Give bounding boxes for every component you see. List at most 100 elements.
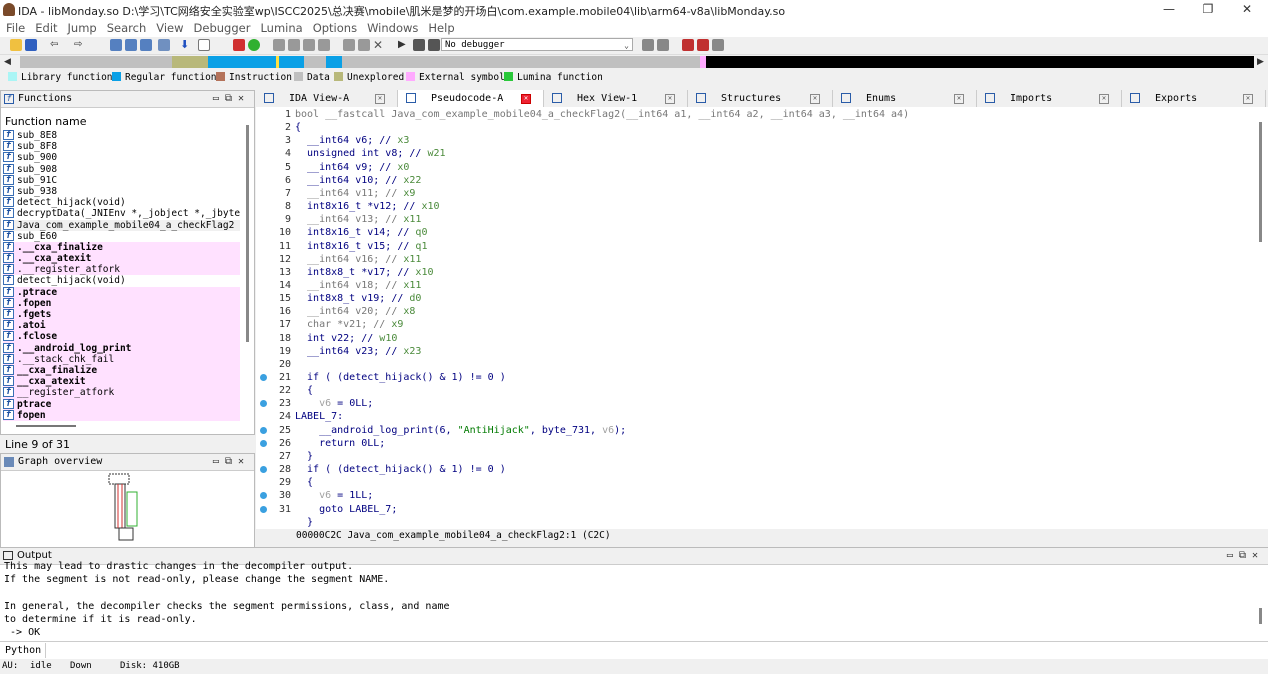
search-immediate-icon[interactable] xyxy=(140,39,152,51)
tab-close-icon[interactable]: ✕ xyxy=(810,94,820,104)
pseudocode-scrollbar[interactable] xyxy=(1259,122,1262,242)
function-list-item[interactable]: f sub_91C xyxy=(3,174,240,186)
pseudocode-view[interactable]: 1 bool __fastcall Java_com_example_mobile… xyxy=(256,107,1268,529)
graph-overview-thumbnail[interactable] xyxy=(101,472,151,544)
menu-debugger[interactable]: Debugger xyxy=(189,20,256,37)
search-text-icon[interactable] xyxy=(110,39,122,51)
tab-hex-view-1[interactable]: Hex View-1 ✕ xyxy=(544,90,688,107)
menu-view[interactable]: View xyxy=(151,20,188,37)
nav-right-arrow-icon[interactable]: ▶ xyxy=(1257,57,1264,67)
menu-windows[interactable]: Windows xyxy=(362,20,423,37)
function-list-item[interactable]: f .fgets xyxy=(3,309,240,321)
function-list-item[interactable]: f fopen xyxy=(3,409,240,421)
function-list-item[interactable]: f decryptData(_JNIEnv *,_jobject *,_jbyte… xyxy=(3,208,240,219)
start-debug-icon[interactable]: ▶ xyxy=(398,39,410,51)
text-format-icon[interactable] xyxy=(198,39,210,51)
function-list-hscrollbar[interactable] xyxy=(16,425,76,427)
code-text: __int64 v11; // x9 xyxy=(295,187,415,200)
search-next-icon[interactable] xyxy=(158,39,170,51)
graph-tool-icon-5[interactable] xyxy=(343,39,355,51)
tab-enums[interactable]: Enums ✕ xyxy=(833,90,977,107)
function-list-item[interactable]: f sub_938 xyxy=(3,185,240,197)
tab-structures[interactable]: Structures ✕ xyxy=(688,90,833,107)
function-list-item[interactable]: f __cxa_atexit xyxy=(3,376,240,388)
breakpoint-icon-3[interactable] xyxy=(712,39,724,51)
back-arrow-icon[interactable]: ⇦ xyxy=(50,39,62,51)
graph-tool-icon-4[interactable] xyxy=(318,39,330,51)
tab-close-icon[interactable]: ✕ xyxy=(954,94,964,104)
function-list-item[interactable]: f .__cxa_atexit xyxy=(3,253,240,265)
breakpoint-icon-1[interactable] xyxy=(682,39,694,51)
close-tool-icon[interactable]: ✕ xyxy=(373,39,385,51)
menu-options[interactable]: Options xyxy=(308,20,362,37)
function-list-item[interactable]: f sub_908 xyxy=(3,163,240,175)
function-list-item[interactable]: f sub_8E8 xyxy=(3,130,240,141)
function-list-item[interactable]: f .__cxa_finalize xyxy=(3,241,240,254)
function-list-item[interactable]: f detect_hijack(void) xyxy=(3,275,240,286)
graph-tool-icon-2[interactable] xyxy=(288,39,300,51)
stop-debug-icon[interactable] xyxy=(428,39,440,51)
breakpoint-icon-2[interactable] xyxy=(697,39,709,51)
tab-close-icon[interactable]: ✕ xyxy=(1243,94,1253,104)
code-token: __int64 v13; // xyxy=(295,214,404,226)
open-file-icon[interactable] xyxy=(10,39,22,51)
menu-search[interactable]: Search xyxy=(102,20,152,37)
nav-left-arrow-icon[interactable]: ◀ xyxy=(4,57,11,67)
graph-tool-icon-3[interactable] xyxy=(303,39,315,51)
output-scrollbar[interactable] xyxy=(1259,608,1262,624)
function-list-item[interactable]: f .__android_log_print xyxy=(3,342,240,354)
close-button[interactable]: ✕ xyxy=(1232,2,1262,18)
function-list-item[interactable]: f .fclose xyxy=(3,331,240,343)
function-list-item[interactable]: f ptrace xyxy=(3,398,240,410)
save-icon[interactable] xyxy=(25,39,37,51)
function-list-item[interactable]: f sub_E60 xyxy=(3,230,240,242)
tab-label: IDA View-A xyxy=(289,93,350,104)
panel-window-buttons[interactable]: ▭⧉✕ xyxy=(1227,548,1264,564)
menu-help[interactable]: Help xyxy=(423,20,459,37)
menu-jump[interactable]: Jump xyxy=(63,20,102,37)
search-binary-icon[interactable] xyxy=(125,39,137,51)
tab-imports[interactable]: Imports ✕ xyxy=(977,90,1122,107)
function-list-item[interactable]: f detect_hijack(void) xyxy=(3,197,240,208)
panel-window-buttons[interactable]: ▭⧉✕ xyxy=(213,91,250,107)
debug-option-icon-1[interactable] xyxy=(642,39,654,51)
graph-tool-icon-1[interactable] xyxy=(273,39,285,51)
function-name-column-header[interactable]: Function name xyxy=(5,115,86,128)
python-language-button[interactable]: Python xyxy=(2,643,46,658)
tab-close-icon[interactable]: ✕ xyxy=(665,94,675,104)
function-list-item[interactable]: f Java_com_example_mobile04_a_checkFlag2 xyxy=(3,219,240,231)
function-list-item[interactable]: f .fopen xyxy=(3,297,240,309)
function-list-item[interactable]: f sub_900 xyxy=(3,152,240,163)
function-list-item[interactable]: f __cxa_finalize xyxy=(3,364,240,377)
function-list-item[interactable]: f .__register_atfork xyxy=(3,264,240,276)
function-list-item[interactable]: f sub_8F8 xyxy=(3,141,240,152)
menu-file[interactable]: File xyxy=(1,20,30,37)
menu-lumina[interactable]: Lumina xyxy=(255,20,307,37)
tab-ida-view-a[interactable]: IDA View-A ✕ xyxy=(256,90,398,107)
panel-window-buttons[interactable]: ▭⧉✕ xyxy=(213,454,250,470)
debugger-select[interactable]: No debugger ⌄ xyxy=(441,38,633,51)
minimize-button[interactable]: — xyxy=(1154,2,1184,18)
debug-option-icon-2[interactable] xyxy=(657,39,669,51)
function-list-item[interactable]: f .atoi xyxy=(3,320,240,332)
jump-down-icon[interactable]: ⬇ xyxy=(180,39,192,51)
tab-exports[interactable]: Exports ✕ xyxy=(1122,90,1266,107)
forward-arrow-icon[interactable]: ⇨ xyxy=(74,39,86,51)
tab-close-icon[interactable]: ✕ xyxy=(1099,94,1109,104)
stop-icon[interactable] xyxy=(233,39,245,51)
pause-debug-icon[interactable] xyxy=(413,39,425,51)
menu-edit[interactable]: Edit xyxy=(30,20,62,37)
restore-button[interactable]: ❐ xyxy=(1193,2,1223,18)
graph-tool-icon-6[interactable] xyxy=(358,39,370,51)
code-token: x22 xyxy=(403,174,422,186)
function-list-item[interactable]: f .ptrace xyxy=(3,286,240,298)
run-icon[interactable] xyxy=(248,39,260,51)
navigation-band[interactable]: ◀ ▶ xyxy=(0,55,1268,69)
function-list-item[interactable]: f .__stack_chk_fail xyxy=(3,353,240,365)
cli-input[interactable] xyxy=(46,643,1264,658)
tab-close-icon[interactable]: ✕ xyxy=(521,94,531,104)
function-list-item[interactable]: f __register_atfork xyxy=(3,387,240,399)
tab-close-icon[interactable]: ✕ xyxy=(375,94,385,104)
tab-pseudocode-a[interactable]: Pseudocode-A ✕ xyxy=(398,90,544,107)
function-list-scrollbar[interactable] xyxy=(246,125,249,342)
